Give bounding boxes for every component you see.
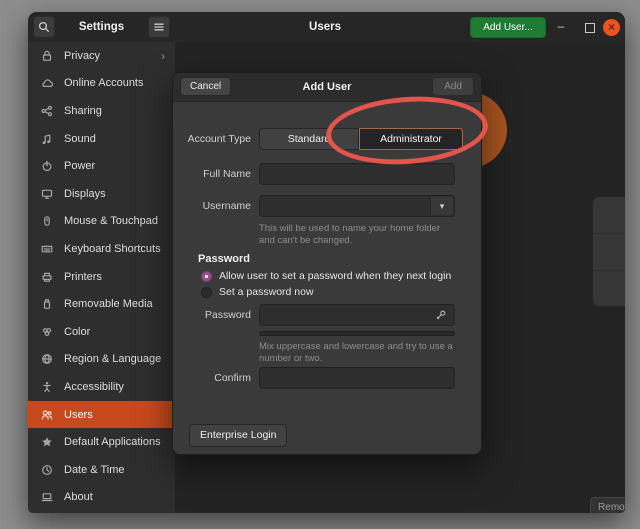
music-note-icon (40, 132, 54, 146)
account-type-label: Account Type (173, 133, 251, 145)
sidebar-item-about[interactable]: About (28, 484, 175, 512)
sidebar-item-label: Sound (64, 133, 96, 145)
page-title: Users (175, 12, 475, 42)
sidebar-item-label: Accessibility (64, 381, 124, 393)
hamburger-icon (153, 21, 165, 33)
automatic-login-row (593, 234, 625, 271)
sidebar-item-label: Displays (64, 188, 106, 200)
close-button[interactable]: × (603, 19, 620, 36)
share-icon (40, 104, 54, 118)
remove-user-button[interactable]: Remove User... (590, 497, 625, 513)
power-icon (40, 159, 54, 173)
clock-icon (40, 463, 54, 477)
printer-icon (40, 270, 54, 284)
radio-set-now-label: Set a password now (219, 286, 314, 298)
radio-set-now[interactable]: Set a password now (201, 286, 314, 298)
password-strength-bar (259, 331, 455, 336)
sidebar-item-users[interactable]: Users (28, 401, 175, 429)
keyboard-icon (40, 242, 54, 256)
drive-icon (40, 297, 54, 311)
sidebar: Privacy › Online Accounts Sharing Sound … (28, 42, 175, 513)
maximize-button[interactable] (585, 23, 595, 33)
password-hint-text: Mix uppercase and lowercase and try to u… (259, 341, 457, 365)
confirm-input[interactable] (259, 367, 455, 389)
sidebar-item-label: Mouse & Touchpad (64, 215, 158, 227)
color-icon (40, 325, 54, 339)
sidebar-item-removable-media[interactable]: Removable Media (28, 290, 175, 318)
sidebar-item-label: Date & Time (64, 464, 125, 476)
radio-selected-icon (201, 271, 212, 282)
sidebar-item-online-accounts[interactable]: Online Accounts (28, 70, 175, 98)
standard-option[interactable]: Standard (259, 128, 359, 150)
sidebar-item-color[interactable]: Color (28, 318, 175, 346)
logged-in-row[interactable]: ged In › (593, 271, 625, 307)
full-name-label: Full Name (173, 168, 251, 180)
sidebar-item-label: Default Applications (64, 436, 161, 448)
sidebar-item-label: Color (64, 326, 90, 338)
sidebar-item-label: Online Accounts (64, 77, 144, 89)
sidebar-item-region-language[interactable]: Region & Language (28, 346, 175, 374)
users-icon (40, 408, 54, 422)
sidebar-item-label: Printers (64, 271, 102, 283)
sidebar-item-power[interactable]: Power (28, 152, 175, 180)
sidebar-item-sound[interactable]: Sound (28, 125, 175, 153)
sidebar-item-label: Privacy (64, 50, 100, 62)
dialog-header: Add User Cancel Add (173, 73, 481, 102)
sidebar-item-default-applications[interactable]: Default Applications (28, 428, 175, 456)
menu-button[interactable] (148, 16, 170, 38)
star-icon (40, 435, 54, 449)
cancel-button[interactable]: Cancel (180, 77, 231, 96)
sidebar-item-label: Removable Media (64, 298, 153, 310)
sidebar-item-label: Keyboard Shortcuts (64, 243, 161, 255)
full-name-input[interactable] (259, 163, 455, 185)
sidebar-item-label: Region & Language (64, 353, 161, 365)
lock-icon (40, 49, 54, 63)
accessibility-icon (40, 380, 54, 394)
header-left: Settings (28, 12, 175, 42)
chevron-right-icon: › (161, 49, 165, 63)
password-label: Password (173, 309, 251, 321)
password-row[interactable]: ••••• › (593, 197, 625, 234)
generate-password-icon[interactable] (434, 309, 447, 322)
username-help-text: This will be used to name your home fold… (259, 223, 457, 247)
confirm-label: Confirm (173, 372, 251, 384)
sidebar-item-sharing[interactable]: Sharing (28, 97, 175, 125)
monitor-icon (40, 187, 54, 201)
sidebar-item-accessibility[interactable]: Accessibility (28, 373, 175, 401)
sidebar-item-printers[interactable]: Printers (28, 263, 175, 291)
password-section-heading: Password (198, 253, 250, 265)
settings-window: Settings Users Add User... – × Privacy ›… (28, 12, 625, 513)
add-button[interactable]: Add (432, 77, 474, 96)
sidebar-item-label: Sharing (64, 105, 102, 117)
sidebar-item-label: Users (64, 409, 93, 421)
cloud-icon (40, 76, 54, 90)
add-user-button[interactable]: Add User... (470, 17, 546, 38)
sidebar-item-mouse-touchpad[interactable]: Mouse & Touchpad (28, 208, 175, 236)
sidebar-item-label: About (64, 491, 93, 503)
enterprise-login-button[interactable]: Enterprise Login (189, 424, 287, 447)
laptop-icon (40, 490, 54, 504)
sidebar-item-displays[interactable]: Displays (28, 180, 175, 208)
username-label: Username (173, 200, 251, 212)
minimize-button[interactable]: – (550, 12, 572, 42)
radio-next-login-label: Allow user to set a password when they n… (219, 270, 451, 282)
sidebar-item-keyboard-shortcuts[interactable]: Keyboard Shortcuts (28, 235, 175, 263)
radio-unselected-icon (201, 287, 212, 298)
globe-icon (40, 352, 54, 366)
username-input[interactable]: ▾ (259, 195, 455, 217)
username-dropdown-button[interactable]: ▾ (430, 197, 453, 215)
radio-next-login[interactable]: Allow user to set a password when they n… (201, 270, 451, 282)
sidebar-item-privacy[interactable]: Privacy › (28, 42, 175, 70)
add-user-dialog: Add User Cancel Add Account Type Standar… (172, 72, 482, 455)
mouse-icon (40, 214, 54, 228)
administrator-option[interactable]: Administrator (359, 128, 463, 150)
account-type-group: Standard Administrator (259, 128, 459, 150)
sidebar-item-date-time[interactable]: Date & Time (28, 456, 175, 484)
user-settings-card: ••••• › ged In › (593, 197, 625, 306)
header-bar: Settings Users Add User... – × (28, 12, 625, 43)
password-input[interactable] (259, 304, 455, 326)
sidebar-item-label: Power (64, 160, 95, 172)
